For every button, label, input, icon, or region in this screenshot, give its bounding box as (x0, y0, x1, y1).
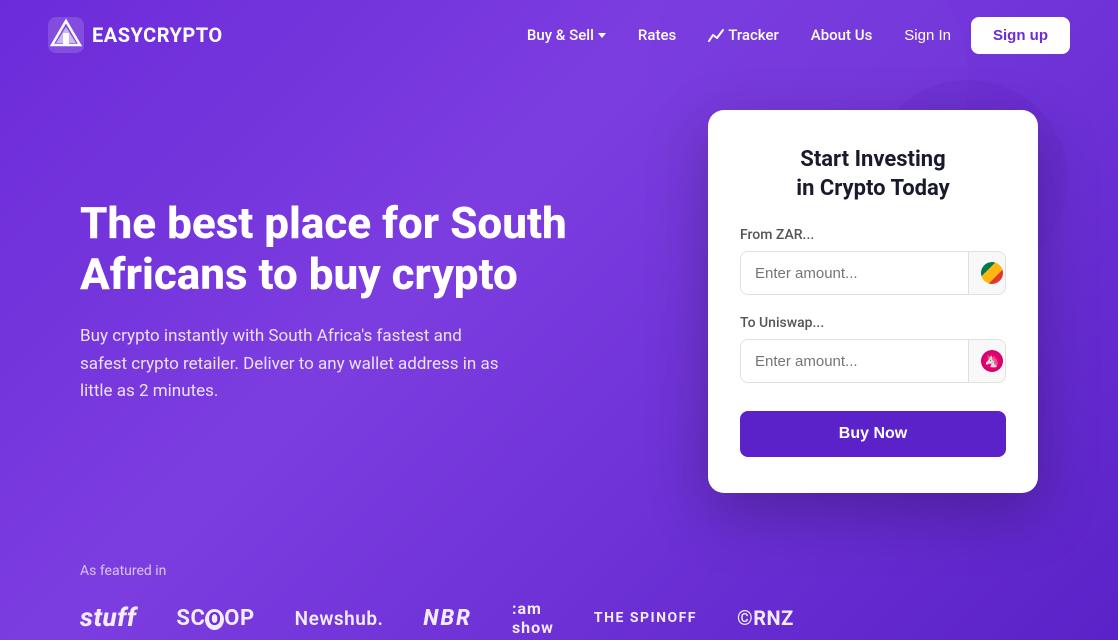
nav-links: Buy & Sell Rates Tracker About Us Sign I… (515, 17, 1070, 54)
card-title: Start Investingin Crypto Today (740, 146, 1006, 203)
nav-tracker[interactable]: Tracker (696, 18, 791, 52)
chart-icon (708, 28, 724, 42)
spinoff-logo: THE SPINOFF (594, 610, 697, 626)
from-label: From ZAR... (740, 227, 1006, 243)
rnz-logo: ©RNZ (737, 606, 794, 630)
featured-logos: stuff SCOOP Newshub. NBR :amshow THE SPI… (80, 599, 1038, 637)
stuff-logo: stuff (80, 603, 136, 633)
signin-button[interactable]: Sign In (892, 19, 963, 52)
scoop-logo: SCOOP (176, 606, 254, 631)
from-currency-selector[interactable]: ZAR (968, 252, 1006, 294)
featured-label: As featured in (80, 563, 1038, 579)
from-input-group: ZAR (740, 251, 1006, 295)
iamshow-logo: :amshow (512, 599, 554, 637)
nav-about[interactable]: About Us (799, 18, 885, 52)
logo-text: EASYCRYPTO (92, 23, 223, 47)
buy-now-button[interactable]: Buy Now (740, 411, 1006, 457)
hero-title: The best place for South Africans to buy… (80, 198, 580, 299)
main-content: The best place for South Africans to buy… (0, 70, 1118, 533)
zar-flag-icon (981, 262, 1003, 284)
hero-section: The best place for South Africans to buy… (80, 198, 580, 405)
featured-section: As featured in stuff SCOOP Newshub. NBR … (0, 533, 1118, 637)
uni-flag-icon (981, 350, 1003, 372)
from-field: From ZAR... ZAR (740, 227, 1006, 295)
nbr-logo: NBR (423, 606, 472, 631)
to-label: To Uniswap... (740, 315, 1006, 331)
newshub-logo: Newshub. (295, 607, 384, 630)
to-currency-selector[interactable]: UNI (968, 340, 1006, 382)
investment-card: Start Investingin Crypto Today From ZAR.… (708, 110, 1038, 493)
nav-buy-sell[interactable]: Buy & Sell (515, 18, 618, 52)
from-amount-input[interactable] (741, 252, 968, 294)
signup-button[interactable]: Sign up (971, 17, 1070, 54)
to-input-group: UNI (740, 339, 1006, 383)
to-amount-input[interactable] (741, 340, 968, 382)
chevron-down-icon (598, 33, 606, 38)
nav-rates[interactable]: Rates (626, 18, 688, 52)
navbar: EASYCRYPTO Buy & Sell Rates Tracker Abou… (0, 0, 1118, 70)
hero-description: Buy crypto instantly with South Africa's… (80, 323, 510, 405)
logo[interactable]: EASYCRYPTO (48, 17, 223, 53)
to-field: To Uniswap... UNI (740, 315, 1006, 383)
